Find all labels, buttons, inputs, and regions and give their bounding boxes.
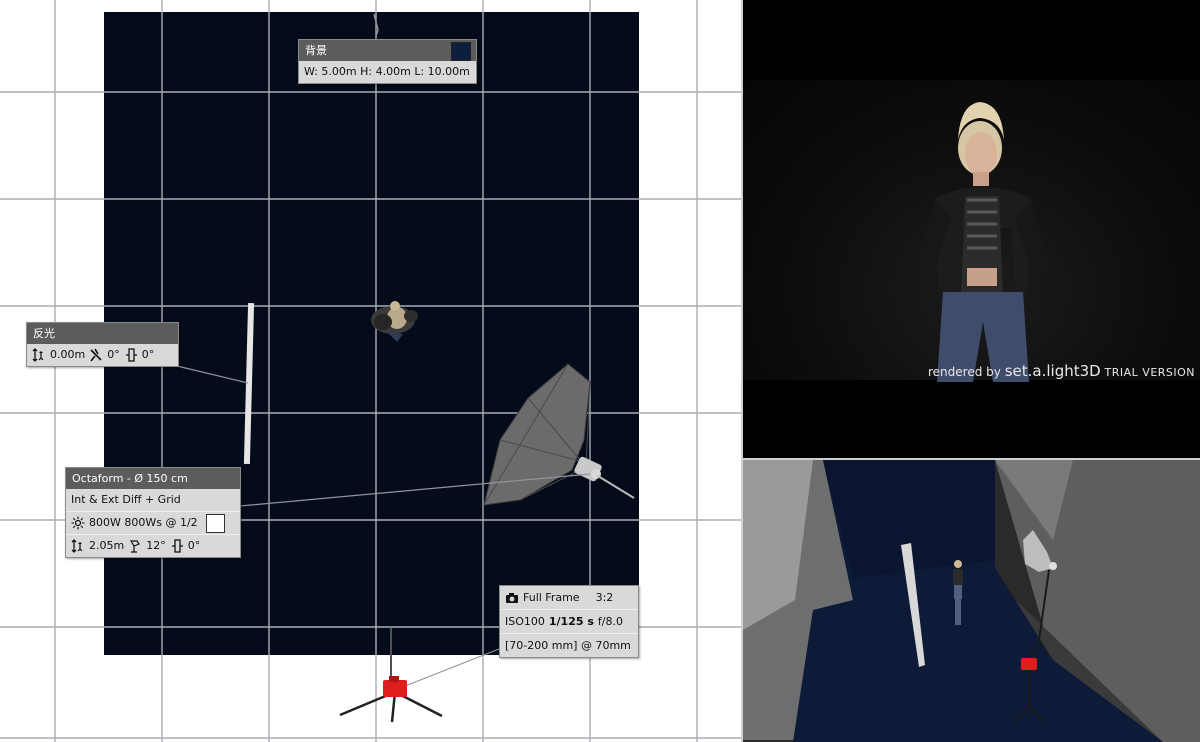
perspective-3d-view[interactable]	[743, 460, 1200, 742]
camera-ratio: 3:2	[595, 590, 614, 604]
rotation-icon	[125, 348, 137, 362]
height-icon	[71, 539, 83, 553]
render-watermark: rendered by set.a.light3D TRIAL VERSION	[928, 362, 1195, 380]
floor-plan-view[interactable]: 背景 W: 5.00m H: 4.00m L: 10.00m 反光 0.00m …	[0, 0, 742, 742]
camera-shutter: 1/125 s	[548, 614, 594, 628]
camera-lens: [70-200 mm] @ 70mm	[505, 638, 631, 652]
rendered-model-image	[917, 102, 1049, 382]
render-preview[interactable]: rendered by set.a.light3D TRIAL VERSION	[743, 0, 1200, 458]
reflector-title: 反光	[33, 327, 55, 340]
light-power-row[interactable]: 800W 800Ws @ 1/2	[66, 511, 240, 534]
watermark-trial: TRIAL VERSION	[1104, 366, 1196, 379]
reflector-info-panel[interactable]: 反光 0.00m 0° 0°	[26, 322, 179, 367]
rotation-icon	[171, 539, 183, 553]
background-info-panel[interactable]: 背景 W: 5.00m H: 4.00m L: 10.00m	[298, 39, 477, 84]
camera-info-panel[interactable]: Full Frame 3:2 ISO100 1/125 s f/8.0 [70-…	[499, 585, 639, 658]
backdrop-area[interactable]	[104, 12, 639, 655]
camera-sensor: Full Frame	[523, 590, 580, 604]
reflector-tilt: 0°	[107, 348, 120, 361]
reflector-panel-header[interactable]: 反光	[27, 323, 178, 344]
height-icon	[32, 348, 44, 362]
watermark-rendered-by: rendered by	[928, 365, 1001, 379]
tilt-icon	[90, 348, 102, 362]
sun-icon	[71, 516, 85, 530]
camera-aperture: f/8.0	[597, 614, 623, 628]
perspective-scene[interactable]	[743, 460, 1200, 742]
light-rotation: 0°	[187, 539, 201, 552]
tilt-icon	[130, 540, 141, 553]
reflector-settings-row: 0.00m 0° 0°	[27, 344, 178, 366]
camera-lens-row[interactable]: [70-200 mm] @ 70mm	[500, 633, 638, 657]
watermark-brand: set.a.light	[1004, 362, 1080, 380]
light-info-panel[interactable]: Octaform - Ø 150 cm Int & Ext Diff + Gri…	[65, 467, 241, 558]
reflector-height: 0.00m	[50, 348, 86, 361]
light-position-row: 2.05m 12° 0°	[66, 534, 240, 557]
watermark-brand-3d: 3D	[1079, 362, 1101, 380]
camera-sensor-row[interactable]: Full Frame 3:2	[500, 586, 638, 609]
reflector-rotation: 0°	[141, 348, 155, 361]
camera-exposure-row[interactable]: ISO100 1/125 s f/8.0	[500, 609, 638, 633]
light-modifier-row[interactable]: Int & Ext Diff + Grid	[66, 489, 240, 511]
camera-icon	[506, 592, 518, 603]
light-title: Octaform - Ø 150 cm	[72, 472, 188, 485]
light-modifier: Int & Ext Diff + Grid	[71, 493, 181, 506]
light-power: 800W 800Ws @ 1/2	[89, 516, 198, 529]
background-panel-header[interactable]: 背景	[299, 40, 476, 61]
light-tilt: 12°	[146, 539, 166, 552]
light-color-swatch[interactable]	[205, 513, 225, 533]
camera-iso: ISO100	[505, 614, 545, 628]
background-color-swatch[interactable]	[451, 42, 471, 61]
background-dimensions-row: W: 5.00m H: 4.00m L: 10.00m	[299, 61, 476, 83]
light-panel-header[interactable]: Octaform - Ø 150 cm	[66, 468, 240, 489]
light-height: 2.05m	[89, 539, 125, 552]
background-dimensions: W: 5.00m H: 4.00m L: 10.00m	[304, 65, 470, 78]
background-title: 背景	[305, 44, 327, 57]
